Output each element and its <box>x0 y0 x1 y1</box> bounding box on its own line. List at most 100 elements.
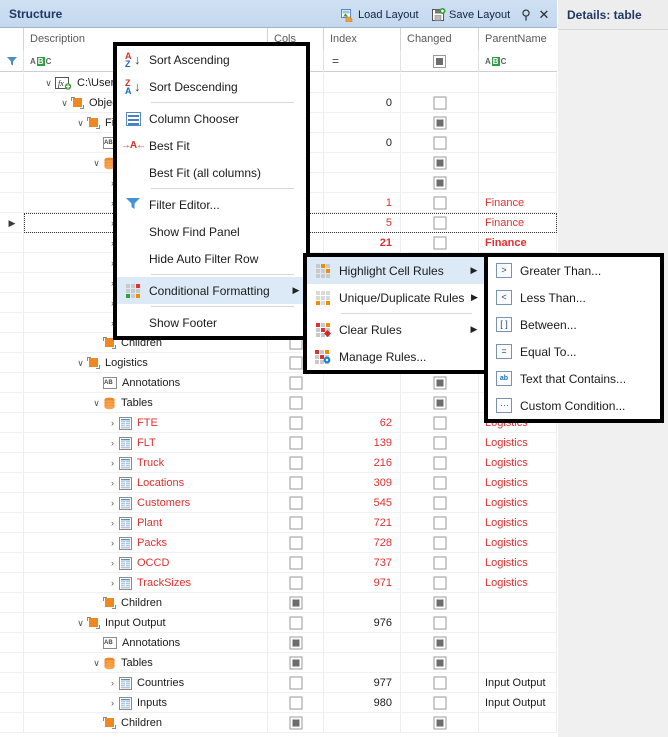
row-parentname-cell[interactable]: Finance <box>479 233 557 253</box>
tree-expander[interactable] <box>90 593 103 613</box>
row-changed-cell[interactable] <box>401 673 479 693</box>
filter-input-index[interactable]: = <box>324 50 401 72</box>
row-parentname-cell[interactable] <box>479 73 557 93</box>
row-index-cell[interactable]: 62 <box>324 413 401 433</box>
close-icon[interactable]: ✕ <box>537 8 551 22</box>
row-index-cell[interactable] <box>324 633 401 653</box>
row-checkbox[interactable] <box>289 577 302 590</box>
tree-expander[interactable]: ∨ <box>90 653 103 673</box>
menu-item-text-that-contains[interactable]: abText that Contains... <box>488 365 660 392</box>
filter-input-parentname[interactable]: ABC <box>479 50 557 72</box>
row-changed-cell[interactable] <box>401 653 479 673</box>
table-row[interactable]: ›Plant721Logistics <box>0 513 557 533</box>
row-index-cell[interactable]: 980 <box>324 693 401 713</box>
row-parentname-cell[interactable] <box>479 653 557 673</box>
row-checkbox[interactable] <box>289 497 302 510</box>
row-parentname-cell[interactable]: Finance <box>479 193 557 213</box>
row-parentname-cell[interactable]: Input Output <box>479 673 557 693</box>
row-changed-cell[interactable] <box>401 133 479 153</box>
row-cols-cell[interactable] <box>268 673 324 693</box>
row-checkbox[interactable] <box>433 537 446 550</box>
row-checkbox[interactable] <box>289 517 302 530</box>
row-description-cell[interactable]: ∨Input Output <box>24 613 268 633</box>
tree-expander[interactable]: ∨ <box>58 93 71 113</box>
tree-expander[interactable] <box>90 333 103 353</box>
table-row[interactable]: ∨Input Output976 <box>0 613 557 633</box>
row-changed-cell[interactable] <box>401 433 479 453</box>
row-checkbox[interactable] <box>289 457 302 470</box>
row-checkbox[interactable] <box>289 537 302 550</box>
row-checkbox[interactable] <box>433 697 446 710</box>
row-checkbox[interactable] <box>289 657 302 670</box>
row-changed-cell[interactable] <box>401 153 479 173</box>
row-index-cell[interactable]: 545 <box>324 493 401 513</box>
row-parentname-cell[interactable] <box>479 113 557 133</box>
menu-item-conditional-formatting[interactable]: Conditional Formatting▶ <box>117 277 306 304</box>
row-cols-cell[interactable] <box>268 633 324 653</box>
row-changed-cell[interactable] <box>401 213 479 233</box>
row-parentname-cell[interactable] <box>479 93 557 113</box>
row-changed-cell[interactable] <box>401 573 479 593</box>
row-checkbox[interactable] <box>289 377 302 390</box>
row-parentname-cell[interactable] <box>479 593 557 613</box>
row-cols-cell[interactable] <box>268 553 324 573</box>
table-row[interactable]: ›FLT139Logistics <box>0 433 557 453</box>
row-checkbox[interactable] <box>433 657 446 670</box>
load-layout-button[interactable]: Load Layout <box>341 6 419 23</box>
table-row[interactable]: ›Customers545Logistics <box>0 493 557 513</box>
row-checkbox[interactable] <box>433 197 446 210</box>
row-checkbox[interactable] <box>289 717 302 730</box>
row-checkbox[interactable] <box>289 617 302 630</box>
row-changed-cell[interactable] <box>401 533 479 553</box>
table-row[interactable]: ›Locations309Logistics <box>0 473 557 493</box>
row-description-cell[interactable]: ∨Tables <box>24 393 268 413</box>
column-header-index[interactable]: Index <box>324 28 401 50</box>
row-checkbox[interactable] <box>433 437 446 450</box>
row-changed-cell[interactable] <box>401 553 479 573</box>
row-parentname-cell[interactable]: Finance <box>479 213 557 233</box>
tree-expander[interactable]: › <box>106 573 119 593</box>
tree-expander[interactable]: ∨ <box>74 613 87 633</box>
column-header-parentname[interactable]: ParentName <box>479 28 557 50</box>
row-description-cell[interactable]: ›Inputs <box>24 693 268 713</box>
row-index-cell[interactable] <box>324 593 401 613</box>
row-description-cell[interactable]: ›Truck <box>24 453 268 473</box>
tree-expander[interactable]: › <box>106 533 119 553</box>
row-checkbox[interactable] <box>433 397 446 410</box>
menu-item-custom-condition[interactable]: ⋯Custom Condition... <box>488 392 660 419</box>
row-checkbox[interactable] <box>433 497 446 510</box>
menu-item-best-fit-all-columns[interactable]: Best Fit (all columns) <box>117 159 306 186</box>
tree-expander[interactable]: › <box>106 553 119 573</box>
row-changed-cell[interactable] <box>401 233 479 253</box>
row-checkbox[interactable] <box>433 677 446 690</box>
menu-item-between[interactable]: [ ]Between... <box>488 311 660 338</box>
menu-item-show-footer[interactable]: Show Footer <box>117 309 306 336</box>
row-checkbox[interactable] <box>289 597 302 610</box>
filter-checkbox-changed[interactable] <box>433 55 446 68</box>
table-row[interactable]: ABAnnotations <box>0 633 557 653</box>
row-description-cell[interactable]: ∨Logistics <box>24 353 268 373</box>
row-checkbox[interactable] <box>433 157 446 170</box>
row-index-cell[interactable]: 728 <box>324 533 401 553</box>
tree-expander[interactable] <box>90 133 103 153</box>
row-index-cell[interactable]: 971 <box>324 573 401 593</box>
row-checkbox[interactable] <box>433 577 446 590</box>
row-cols-cell[interactable] <box>268 573 324 593</box>
row-checkbox[interactable] <box>433 177 446 190</box>
column-header-indicator[interactable] <box>0 28 24 50</box>
row-cols-cell[interactable] <box>268 453 324 473</box>
row-checkbox[interactable] <box>433 137 446 150</box>
tree-expander[interactable]: › <box>106 513 119 533</box>
row-description-cell[interactable]: ›TrackSizes <box>24 573 268 593</box>
row-index-cell[interactable] <box>324 173 401 193</box>
save-layout-button[interactable]: Save Layout <box>432 6 510 23</box>
table-row[interactable]: ABAnnotations <box>0 373 557 393</box>
row-changed-cell[interactable] <box>401 173 479 193</box>
row-checkbox[interactable] <box>433 637 446 650</box>
row-changed-cell[interactable] <box>401 193 479 213</box>
row-checkbox[interactable] <box>433 237 446 250</box>
row-checkbox[interactable] <box>433 377 446 390</box>
row-changed-cell[interactable] <box>401 373 479 393</box>
row-checkbox[interactable] <box>289 677 302 690</box>
tree-expander[interactable]: ∨ <box>90 393 103 413</box>
